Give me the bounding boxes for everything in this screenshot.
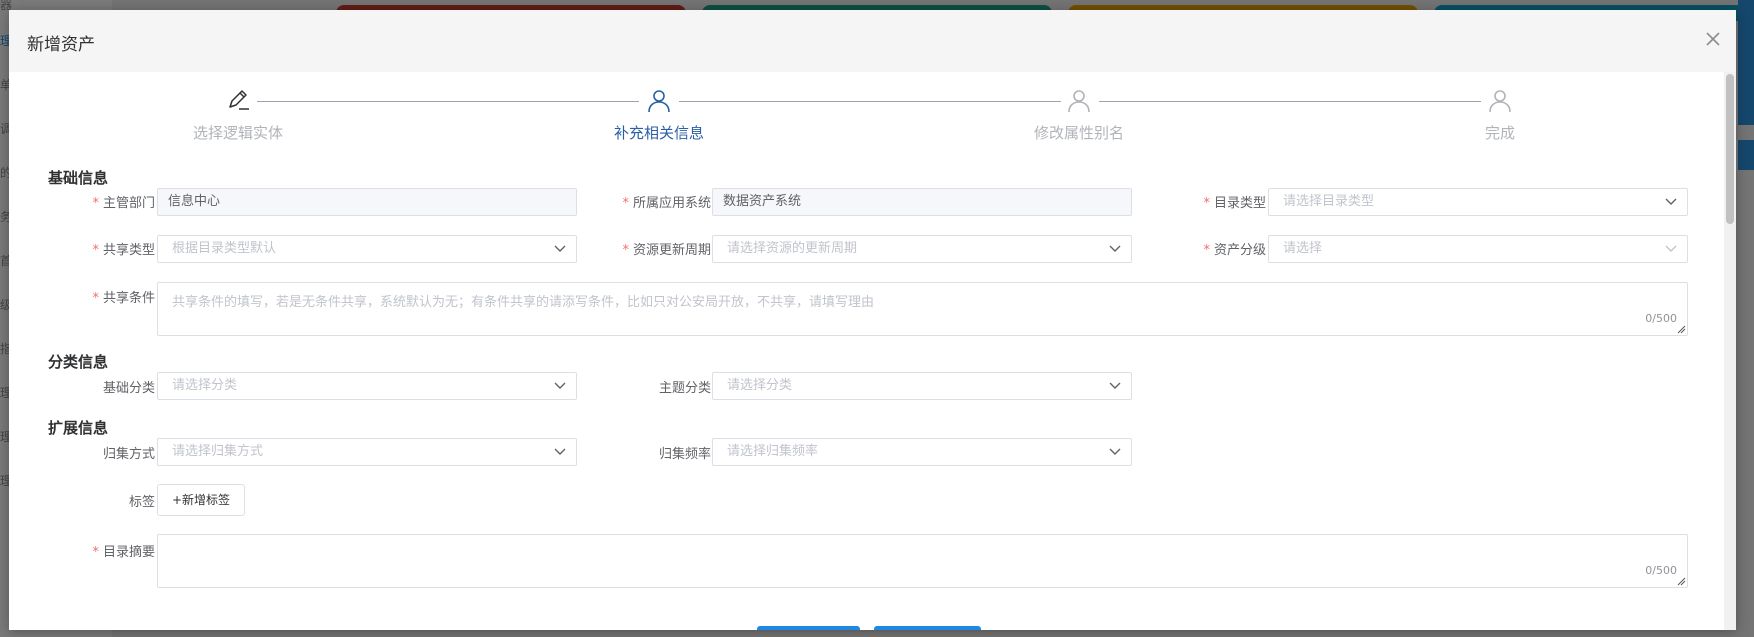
label-text: 资源更新周期 (632, 243, 711, 258)
chevron-down-icon (1109, 448, 1121, 455)
required-mark: * (622, 243, 629, 258)
user-icon (646, 88, 672, 114)
department-label: * 主管部门 (45, 192, 155, 211)
collect-method-select[interactable]: 请选择归集方式 (157, 438, 577, 466)
char-counter: 0/500 (1645, 564, 1677, 577)
close-button[interactable] (1702, 28, 1724, 50)
char-counter: 0/500 (1645, 312, 1677, 325)
edit-icon (225, 88, 251, 114)
chevron-down-icon (554, 382, 566, 389)
label-text: 资产分级 (1213, 243, 1266, 258)
label-text: 目录摘要 (102, 545, 155, 560)
chevron-down-icon (1665, 198, 1677, 205)
section-category-info: 分类信息 (48, 353, 109, 371)
collect-frequency-label: 归集频率 (658, 447, 711, 462)
share-type-select[interactable]: 根据目录类型默认 (157, 235, 577, 263)
chevron-down-icon (1109, 382, 1121, 389)
field-placeholder: 请选择 (1283, 241, 1323, 256)
basic-category-label: 基础分类 (102, 381, 155, 396)
required-mark: * (1203, 243, 1210, 258)
label-text: 主管部门 (102, 196, 155, 211)
textarea-placeholder: 共享条件的填写，若是无条件共享，系统默认为无；有条件共享的请添写条件，比如只对公… (172, 295, 875, 310)
required-mark: * (622, 196, 629, 211)
update-cycle-select[interactable]: 请选择资源的更新周期 (712, 235, 1132, 263)
section-basic-info: 基础信息 (48, 169, 109, 187)
topic-category-select[interactable]: 请选择分类 (712, 372, 1132, 400)
label-text: 所属应用系统 (632, 196, 711, 211)
steps: 选择逻辑实体 补充相关信息 修改属性别名 完成 (9, 88, 1736, 158)
field-placeholder: 请选择分类 (172, 378, 238, 393)
resize-grip-icon[interactable] (1676, 324, 1686, 334)
share-type-label: * 共享类型 (45, 239, 155, 258)
step-modify-alias: 修改属性别名 (969, 88, 1189, 143)
required-mark: * (92, 291, 99, 306)
update-cycle-label: * 资源更新周期 (601, 239, 711, 258)
required-mark: * (1203, 196, 1210, 211)
dialog-header: 新增资产 (9, 10, 1736, 72)
basic-category-select[interactable]: 请选择分类 (157, 372, 577, 400)
prev-step-button[interactable] (757, 626, 860, 630)
close-icon (1706, 32, 1720, 46)
chevron-down-icon (554, 245, 566, 252)
field-placeholder: 请选择资源的更新周期 (727, 241, 858, 256)
required-mark: * (92, 545, 99, 560)
field-placeholder: 根据目录类型默认 (172, 241, 277, 256)
label-text: 共享类型 (102, 243, 155, 258)
step-title: 补充相关信息 (613, 124, 704, 142)
field-placeholder: 请选择归集频率 (727, 444, 819, 459)
asset-level-label: * 资产分级 (1156, 239, 1266, 258)
section-extend-info: 扩展信息 (48, 419, 109, 437)
catalog-type-label: * 目录类型 (1156, 192, 1266, 211)
label-text: 目录类型 (1213, 196, 1266, 211)
required-mark: * (92, 243, 99, 258)
share-condition-textarea[interactable]: 共享条件的填写，若是无条件共享，系统默认为无；有条件共享的请添写条件，比如只对公… (157, 282, 1688, 336)
dialog-title: 新增资产 (27, 35, 95, 55)
step-title: 修改属性别名 (1033, 124, 1124, 142)
step-supplement-info: 补充相关信息 (549, 88, 769, 143)
topic-category-label: 主题分类 (658, 381, 711, 396)
share-condition-label: * 共享条件 (45, 287, 155, 306)
tags-label: 标签 (128, 495, 155, 510)
summary-label: * 目录摘要 (45, 541, 155, 560)
user-icon (1487, 88, 1513, 114)
field-value: 数据资产系统 (723, 194, 802, 209)
step-select-entity: 选择逻辑实体 (128, 88, 348, 143)
field-placeholder: 请选择分类 (727, 378, 793, 393)
field-placeholder: 请选择目录类型 (1283, 194, 1375, 209)
step-finish: 完成 (1390, 88, 1610, 143)
next-step-button[interactable] (874, 626, 981, 630)
app-system-label: * 所属应用系统 (601, 192, 711, 211)
summary-textarea[interactable]: 0/500 (157, 534, 1688, 588)
chevron-down-icon (1109, 245, 1121, 252)
chevron-down-icon (1665, 245, 1677, 252)
step-title: 完成 (1484, 124, 1515, 142)
required-mark: * (92, 196, 99, 211)
asset-level-select[interactable]: 请选择 (1268, 235, 1688, 263)
department-field: 信息中心 (157, 188, 577, 216)
app-system-field: 数据资产系统 (712, 188, 1132, 216)
label-text: 共享条件 (102, 291, 155, 306)
chevron-down-icon (554, 448, 566, 455)
step-title: 选择逻辑实体 (192, 124, 283, 142)
add-asset-dialog: 新增资产 选择逻辑实体 补充相关信息 修改属性别名 完成 基础信息 * 主管部门… (9, 10, 1736, 630)
add-tag-button[interactable]: +新增标签 (157, 484, 246, 516)
resize-grip-icon[interactable] (1676, 576, 1686, 586)
field-value: 信息中心 (168, 194, 221, 209)
collect-frequency-select[interactable]: 请选择归集频率 (712, 438, 1132, 466)
field-placeholder: 请选择归集方式 (172, 444, 264, 459)
collect-method-label: 归集方式 (102, 447, 155, 462)
catalog-type-select[interactable]: 请选择目录类型 (1268, 188, 1688, 216)
user-icon (1066, 88, 1092, 114)
